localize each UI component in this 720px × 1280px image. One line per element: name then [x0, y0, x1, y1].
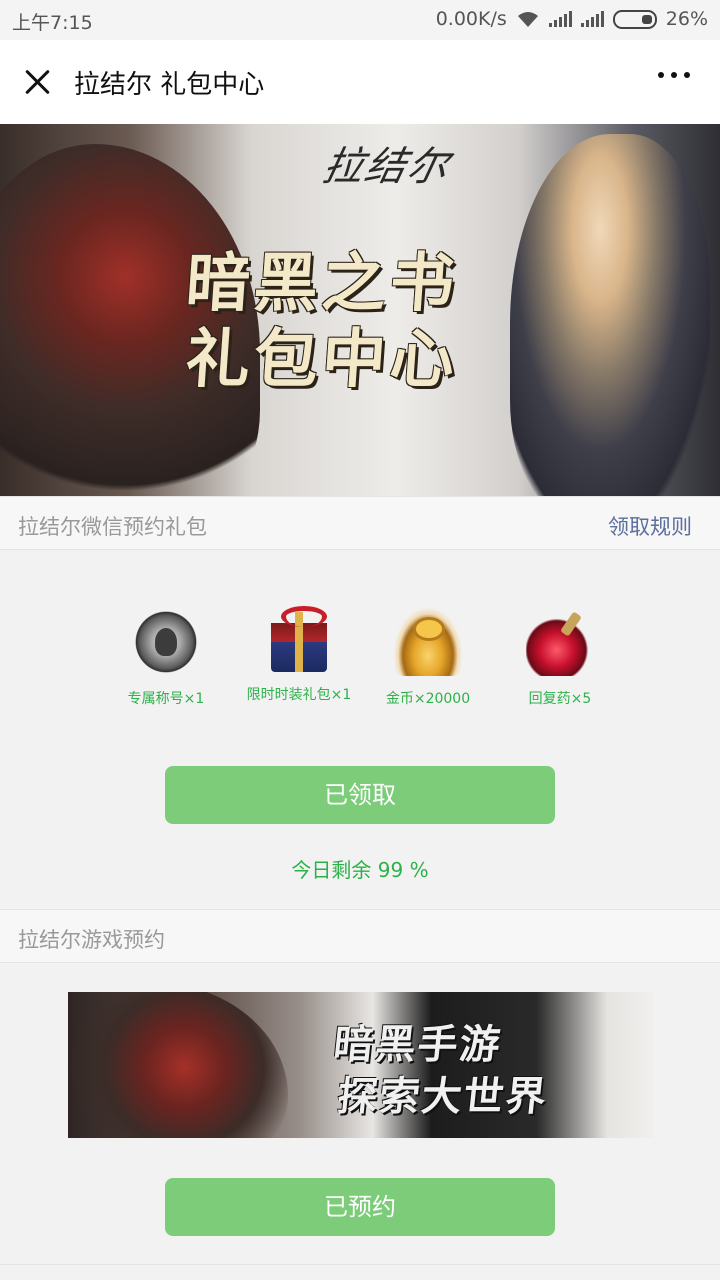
potion-icon — [526, 608, 594, 676]
signal-icon — [548, 11, 572, 27]
reserve-banner-line-1: 暗黑手游 — [331, 1022, 504, 1068]
rules-link[interactable]: 领取规则 — [608, 511, 692, 541]
remaining-text: 今日剩余 99 % — [291, 858, 429, 882]
hero-headline-1: 暗黑之书 — [183, 247, 461, 321]
page-title: 拉结尔 礼包中心 — [74, 70, 265, 100]
coins-icon — [394, 608, 462, 676]
network-speed: 0.00K/s — [435, 8, 507, 30]
gift-box-icon — [271, 606, 327, 672]
reserve-section-title: 拉结尔游戏预约 — [18, 928, 165, 952]
hero-headline-2: 礼包中心 — [183, 323, 461, 397]
reserve-section-header: 拉结尔游戏预约 — [0, 909, 720, 963]
gift-item: 金币×20000 — [358, 608, 498, 708]
gift-panel: 专属称号×1 限时时装礼包×1 金币×20000 回复药×5 已领取 今日剩余 … — [0, 550, 720, 910]
status-bar: 上午7:15 0.00K/s 26% — [0, 0, 720, 40]
medal-icon — [132, 608, 200, 676]
gift-section-header: 拉结尔微信预约礼包 领取规则 — [0, 496, 720, 550]
heroine-illustration — [510, 134, 710, 496]
game-logo: 拉结尔 — [318, 144, 455, 190]
gift-label: 金币×20000 — [385, 691, 471, 707]
gift-item: 限时时装礼包×1 — [229, 606, 369, 704]
signal-icon — [580, 11, 604, 27]
divider — [0, 1264, 720, 1265]
gift-section-title: 拉结尔微信预约礼包 — [18, 515, 207, 539]
reserve-banner[interactable]: 暗黑手游 探索大世界 — [68, 992, 654, 1138]
wifi-icon — [517, 12, 538, 27]
more-icon[interactable] — [658, 72, 690, 78]
battery-percent: 26% — [665, 8, 708, 30]
close-icon[interactable] — [18, 62, 58, 102]
title-bar: 拉结尔 礼包中心 — [0, 40, 720, 124]
gift-item: 回复药×5 — [490, 608, 630, 708]
status-right: 0.00K/s 26% — [436, 8, 708, 30]
gift-item: 专属称号×1 — [96, 608, 236, 708]
claim-button[interactable]: 已领取 — [165, 766, 555, 824]
status-time: 上午7:15 — [12, 12, 93, 34]
reserve-banner-line-2: 探索大世界 — [335, 1074, 550, 1120]
reserve-button[interactable]: 已预约 — [165, 1178, 555, 1236]
beast-illustration — [68, 992, 288, 1138]
gift-label: 限时时装礼包×1 — [246, 687, 352, 703]
hero-banner: 拉结尔 暗黑之书 礼包中心 — [0, 124, 720, 496]
gift-label: 专属称号×1 — [127, 691, 205, 707]
battery-icon — [612, 9, 657, 29]
gift-label: 回复药×5 — [528, 691, 592, 707]
